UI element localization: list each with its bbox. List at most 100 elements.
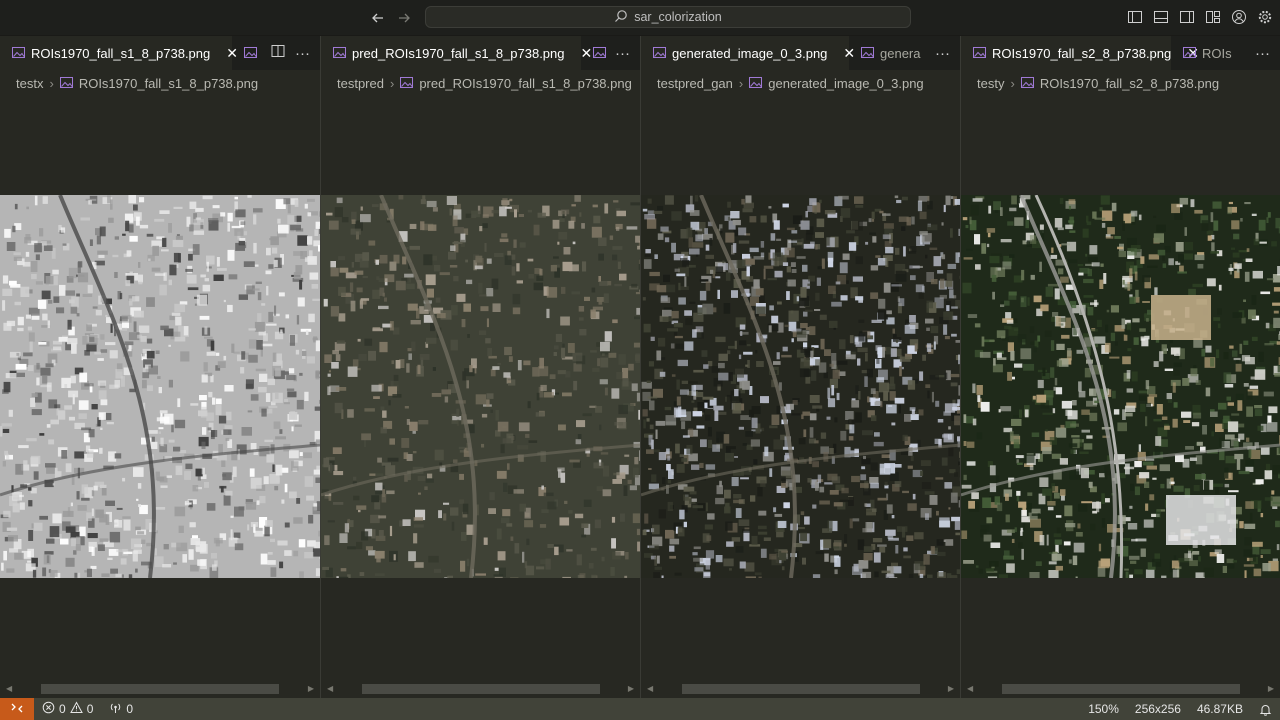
chevron-right-icon: ›	[389, 75, 395, 91]
breadcrumb-file[interactable]: ROIs1970_fall_s1_8_p738.png	[79, 76, 258, 91]
breadcrumb-folder[interactable]: testpred_gan	[657, 76, 733, 91]
problems-indicator[interactable]: 0 0	[34, 701, 101, 717]
customize-layout-icon[interactable]	[1204, 8, 1222, 26]
image-preview[interactable]	[0, 195, 320, 578]
more-actions-icon[interactable]: ···	[295, 45, 310, 62]
scroll-right-icon[interactable]: ▶	[1268, 684, 1274, 693]
image-file-icon	[749, 76, 763, 91]
image-file-icon	[1183, 46, 1196, 61]
tab-active-file[interactable]: ROIs1970_fall_s1_8_p738.png ✕	[0, 36, 238, 70]
tab-label: generated_image_0_3.png	[672, 45, 828, 61]
error-icon	[42, 701, 55, 717]
breadcrumb: testpred_gan › generated_image_0_3.png	[657, 73, 924, 93]
split-editor-icon[interactable]	[271, 44, 285, 62]
scroll-left-icon[interactable]: ◀	[967, 684, 973, 693]
tab-actions: ···	[263, 36, 320, 70]
scroll-right-icon[interactable]: ▶	[628, 684, 634, 693]
account-icon[interactable]	[1230, 8, 1248, 26]
breadcrumb-file[interactable]: generated_image_0_3.png	[768, 76, 923, 91]
scrollbar-thumb[interactable]	[682, 684, 920, 694]
chevron-right-icon: ›	[49, 75, 54, 91]
more-actions-icon[interactable]: ···	[615, 45, 630, 62]
scroll-left-icon[interactable]: ◀	[327, 684, 333, 693]
tab-actions: ···	[1247, 36, 1280, 70]
breadcrumb-folder[interactable]: testy	[977, 76, 1004, 91]
tab-bar: generated_image_0_3.png ✕ genera ···	[641, 36, 960, 70]
tab-secondary-file[interactable]: ROIs	[1171, 36, 1232, 70]
toggle-primary-sidebar-icon[interactable]	[1126, 8, 1144, 26]
horizontal-scrollbar[interactable]: ◀ ▶	[0, 682, 320, 696]
scroll-right-icon[interactable]: ▶	[308, 684, 314, 693]
breadcrumb: testx › ROIs1970_fall_s1_8_p738.png	[16, 73, 258, 93]
tab-label: ROIs	[1202, 45, 1232, 61]
chevron-right-icon: ›	[738, 75, 744, 91]
error-count: 0	[59, 702, 66, 716]
chevron-right-icon: ›	[1010, 75, 1015, 91]
toggle-secondary-sidebar-icon[interactable]	[1178, 8, 1196, 26]
image-file-icon	[593, 46, 606, 61]
image-file-icon	[244, 46, 257, 61]
tab-bar: ROIs1970_fall_s1_8_p738.png ✕ ···	[0, 36, 320, 70]
horizontal-scrollbar[interactable]: ◀ ▶	[641, 682, 960, 696]
scrollbar-thumb[interactable]	[41, 684, 279, 694]
scroll-right-icon[interactable]: ▶	[948, 684, 954, 693]
search-text: sar_colorization	[634, 10, 722, 24]
remote-indicator[interactable]	[0, 698, 34, 720]
tab-active-file[interactable]: ROIs1970_fall_s2_8_p738.png ✕	[961, 36, 1199, 70]
breadcrumb-folder[interactable]: testx	[16, 76, 43, 91]
ports-count: 0	[126, 702, 134, 716]
breadcrumb-file[interactable]: ROIs1970_fall_s2_8_p738.png	[1040, 76, 1219, 91]
arrow-right-icon[interactable]	[395, 9, 413, 27]
image-file-icon	[653, 46, 666, 61]
scrollbar-thumb[interactable]	[1002, 684, 1240, 694]
remote-icon	[10, 701, 24, 718]
broadcast-icon	[109, 701, 122, 717]
breadcrumb-file[interactable]: pred_ROIs1970_fall_s1_8_p738.png	[419, 76, 632, 91]
scroll-left-icon[interactable]: ◀	[647, 684, 653, 693]
tab-label: pred_ROIs1970_fall_s1_8_p738.png	[352, 45, 565, 61]
tab-actions: ···	[927, 36, 960, 70]
tab-label: ROIs1970_fall_s1_8_p738.png	[31, 45, 211, 61]
tab-secondary-file[interactable]: genera	[849, 36, 920, 70]
tab-secondary-file[interactable]	[232, 36, 263, 70]
tab-active-file[interactable]: pred_ROIs1970_fall_s1_8_p738.png ✕	[321, 36, 592, 70]
image-preview[interactable]	[321, 195, 640, 578]
image-file-icon	[333, 46, 346, 61]
breadcrumb: testy › ROIs1970_fall_s2_8_p738.png	[977, 73, 1219, 93]
arrow-left-icon[interactable]	[369, 9, 387, 27]
scroll-left-icon[interactable]: ◀	[6, 684, 12, 693]
breadcrumb: testpred › pred_ROIs1970_fall_s1_8_p738.pn…	[337, 73, 632, 93]
image-preview[interactable]	[641, 195, 960, 578]
tab-actions: ···	[607, 36, 640, 70]
tab-label: ROIs1970_fall_s2_8_p738.png	[992, 45, 1172, 61]
gear-icon[interactable]	[1256, 8, 1274, 26]
more-actions-icon[interactable]: ···	[935, 45, 950, 62]
ports-indicator[interactable]: 0	[101, 701, 141, 717]
editor-group-3: generated_image_0_3.png ✕ genera ··· testpre…	[640, 36, 960, 698]
command-center-search[interactable]: sar_colorization	[425, 6, 911, 28]
image-file-icon	[973, 46, 986, 61]
bell-icon[interactable]	[1251, 703, 1280, 716]
editor-group-1: ROIs1970_fall_s1_8_p738.png ✕ ··· testx › ROI…	[0, 36, 320, 698]
zoom-level[interactable]: 150%	[1080, 702, 1127, 716]
file-size: 46.87KB	[1196, 702, 1243, 716]
tab-label: genera	[880, 45, 921, 61]
tab-bar: ROIs1970_fall_s2_8_p738.png ✕ ROIs ···	[961, 36, 1280, 70]
image-file-icon	[400, 76, 414, 91]
more-actions-icon[interactable]: ···	[1255, 45, 1270, 62]
toggle-panel-icon[interactable]	[1152, 8, 1170, 26]
tab-active-file[interactable]: generated_image_0_3.png ✕	[641, 36, 855, 70]
horizontal-scrollbar[interactable]: ◀ ▶	[321, 682, 640, 696]
image-dimensions: 256x256	[1134, 702, 1181, 716]
status-bar: 0 0 0 150% 256x256 46.87KB	[0, 698, 1280, 720]
horizontal-scrollbar[interactable]: ◀ ▶	[961, 682, 1280, 696]
tab-bar: pred_ROIs1970_fall_s1_8_p738.png ✕ ···	[321, 36, 640, 70]
title-bar: sar_colorization	[0, 0, 1280, 36]
warning-count: 0	[86, 702, 94, 716]
breadcrumb-folder[interactable]: testpred	[337, 76, 384, 91]
editor-group-4: ROIs1970_fall_s2_8_p738.png ✕ ROIs ··· testy…	[960, 36, 1280, 698]
image-preview[interactable]	[961, 195, 1280, 578]
scrollbar-thumb[interactable]	[362, 684, 600, 694]
editor-group-2: pred_ROIs1970_fall_s1_8_p738.png ✕ ··· test…	[320, 36, 640, 698]
search-icon	[614, 9, 628, 26]
